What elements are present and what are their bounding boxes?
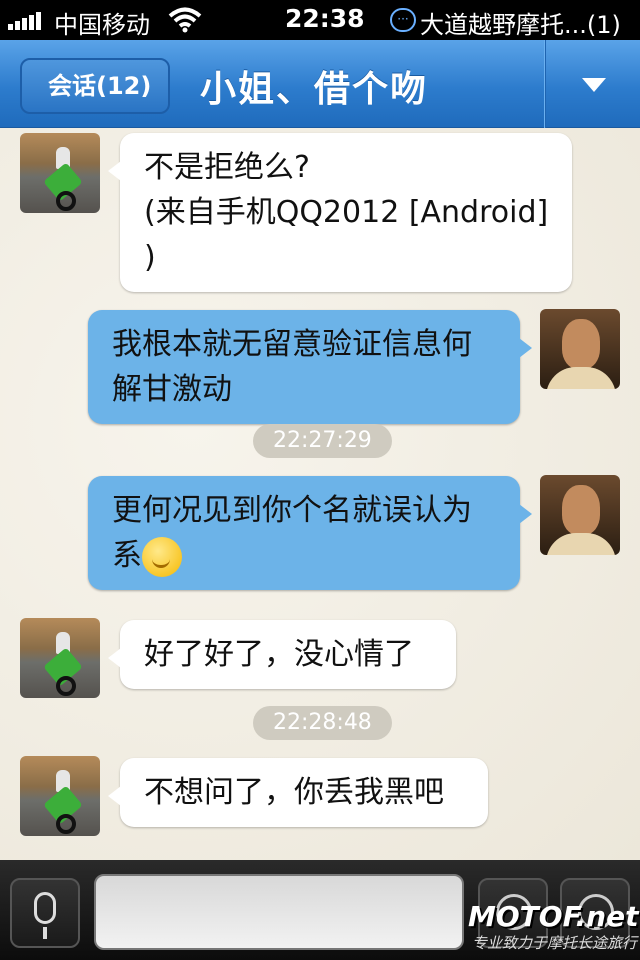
sweat-smile-emoji-icon: [142, 536, 182, 577]
message-text: (来自手机QQ2012 [Android]: [144, 195, 549, 230]
chat-title: 小姐、借个吻: [200, 69, 429, 110]
carrier-name: 中国移动: [54, 11, 150, 39]
message-text: 好了好了，没心情了: [144, 637, 414, 672]
timestamp: 22:27:29: [253, 424, 392, 458]
message-text: 系: [112, 538, 142, 573]
voice-button[interactable]: [10, 878, 80, 948]
incoming-message-bubble[interactable]: 不想问了，你丢我黑吧: [108, 758, 488, 827]
message-text: 解甘激动: [112, 372, 232, 407]
message-text: 不想问了，你丢我黑吧: [144, 775, 444, 810]
message-input[interactable]: [94, 874, 464, 950]
contact-avatar[interactable]: [20, 756, 100, 836]
back-button[interactable]: 会话(12): [20, 58, 170, 114]
my-avatar[interactable]: [540, 475, 620, 555]
incoming-message-bubble[interactable]: 不是拒绝么? (来自手机QQ2012 [Android] ): [108, 133, 572, 292]
microphone-icon: [34, 892, 56, 939]
timestamp: 22:28:48: [253, 706, 392, 740]
message-text: 不是拒绝么?: [144, 150, 310, 185]
outgoing-message-bubble[interactable]: 我根本就无留意验证信息何 解甘激动: [88, 310, 532, 424]
message-text: ): [144, 240, 156, 275]
input-toolbar: MOTOF.net 专业致力于摩托长途旅行: [0, 860, 640, 960]
contact-avatar[interactable]: [20, 618, 100, 698]
qq-message-icon: ···: [390, 8, 416, 32]
watermark-logo: MOTOF.net: [468, 900, 639, 933]
status-bar: 中国移动 22:38 ··· 大道越野摩托...(1): [0, 0, 640, 40]
contact-avatar[interactable]: [20, 133, 100, 213]
message-text: 更何况见到你个名就误认为: [112, 493, 472, 528]
wifi-icon: [168, 7, 202, 33]
signal-bars-icon: [8, 12, 48, 30]
message-text: 我根本就无留意验证信息何: [112, 327, 472, 362]
outgoing-message-bubble[interactable]: 更何况见到你个名就误认为 系: [88, 476, 532, 590]
dropdown-button[interactable]: [546, 40, 640, 128]
navigation-bar: 会话(12) 小姐、借个吻: [0, 40, 640, 128]
chevron-down-icon: [582, 78, 606, 92]
chat-area[interactable]: 不是拒绝么? (来自手机QQ2012 [Android] ) 我根本就无留意验证…: [0, 128, 640, 860]
watermark-subtitle: 专业致力于摩托长途旅行: [472, 934, 638, 952]
incoming-message-bubble[interactable]: 好了好了，没心情了: [108, 620, 456, 689]
my-avatar[interactable]: [540, 309, 620, 389]
status-notification[interactable]: 大道越野摩托...(1): [420, 5, 621, 40]
status-time: 22:38: [285, 4, 365, 33]
